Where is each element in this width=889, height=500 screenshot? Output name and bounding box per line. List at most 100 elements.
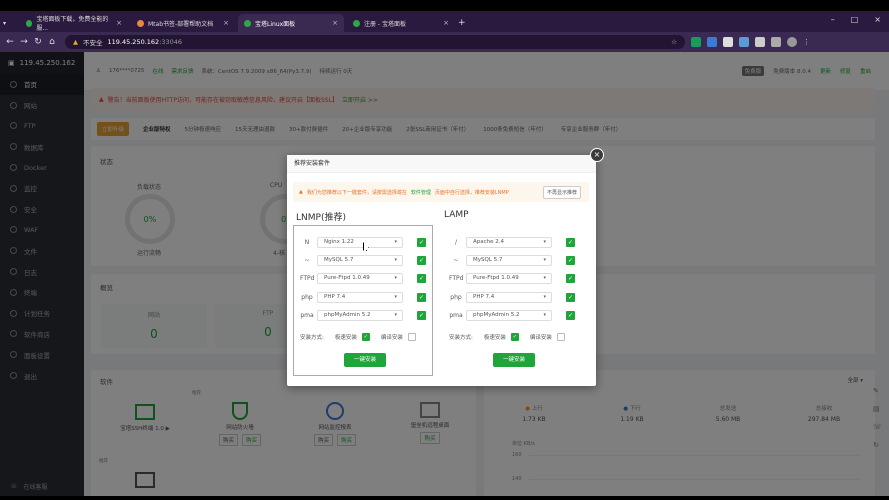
browser-tab[interactable]: Mtab书签-部署帮助文档 ×	[131, 14, 235, 32]
package-checkbox[interactable]: ✓	[417, 310, 426, 320]
browser-tab[interactable]: 注册 - 宝塔面板 ×	[347, 14, 455, 32]
tab-label: 宝塔Linux面板	[255, 20, 296, 28]
version-select[interactable]: Apache 2.4 ▾	[466, 236, 552, 248]
bt-favicon-icon	[244, 19, 251, 27]
package-row: FTPd Pure-Ftpd 1.0.49 ▾ ✓	[449, 272, 579, 284]
version-select[interactable]: phpMyAdmin 5.2 ▾	[466, 309, 552, 321]
install-mode-label: 安装方式:	[300, 335, 324, 341]
chevron-down-icon: ▾	[394, 238, 397, 245]
version-value: PHP 7.4	[324, 294, 346, 300]
version-value: phpMyAdmin 5.2	[324, 312, 371, 318]
tab-strip: ▾ 宝塔面板下载，免费全能的服... × Mtab书签-部署帮助文档 × 宝塔Lin…	[0, 11, 889, 32]
compile-install-checkbox[interactable]	[556, 333, 565, 341]
package-checkbox[interactable]: ✓	[566, 273, 575, 283]
install-mode: 安装方式: 极速安装 ✓ 编译安装	[300, 333, 416, 341]
chevron-down-icon: ▾	[394, 311, 397, 318]
version-select[interactable]: Nginx 1.22 ▾	[317, 236, 403, 248]
menu-icon[interactable]: ⋮	[803, 38, 810, 46]
star-icon[interactable]: ☆	[671, 38, 677, 46]
package-row: php PHP 7.4 ▾ ✓	[300, 291, 430, 303]
lamp-title: LAMP	[444, 210, 469, 220]
url-host: 119.45.250.162	[107, 38, 160, 46]
fast-install-checkbox[interactable]: ✓	[510, 333, 519, 341]
lnmp-install-button[interactable]: 一键安装	[344, 353, 386, 367]
version-select[interactable]: PHP 7.4 ▾	[466, 291, 552, 303]
avatar[interactable]	[787, 37, 797, 47]
sidepanel-icon[interactable]	[771, 37, 781, 47]
package-logo-icon: php	[301, 293, 313, 301]
browser-window: ▾ 宝塔面板下载，免费全能的服... × Mtab书签-部署帮助文档 × 宝塔Lin…	[0, 0, 889, 500]
extension-icon[interactable]	[723, 37, 733, 47]
fast-install-label: 极速安装	[483, 335, 506, 341]
version-select[interactable]: phpMyAdmin 5.2 ▾	[317, 309, 403, 321]
close-icon[interactable]: ×	[223, 19, 229, 27]
version-select[interactable]: Pure-Ftpd 1.0.49 ▾	[466, 272, 552, 284]
package-checkbox[interactable]: ✓	[417, 255, 426, 265]
tab-search-button[interactable]: ▾	[3, 14, 17, 32]
dont-show-button[interactable]: 不再显示推荐	[542, 186, 581, 199]
warning-icon: ▲	[299, 189, 303, 195]
window-controls: – □ ×	[831, 15, 881, 24]
version-value: MySQL 5.7	[473, 257, 503, 263]
close-icon[interactable]: ×	[590, 148, 604, 162]
package-logo-icon: FTPd	[300, 274, 315, 282]
maximize-icon[interactable]: □	[851, 15, 859, 24]
warning-icon: ▲	[73, 38, 78, 46]
chevron-down-icon: ▾	[3, 19, 7, 27]
close-window-icon[interactable]: ×	[874, 15, 881, 24]
browser-tab-active[interactable]: 宝塔Linux面板 ×	[238, 14, 344, 32]
software-manager-link[interactable]: 软件管理	[411, 189, 431, 196]
fast-install-label: 极速安装	[334, 335, 357, 341]
forward-icon[interactable]: →	[17, 37, 31, 47]
close-icon[interactable]: ×	[443, 19, 449, 27]
compile-install-checkbox[interactable]	[407, 333, 416, 341]
package-checkbox[interactable]: ✓	[417, 273, 426, 283]
package-row: pma phpMyAdmin 5.2 ▾ ✓	[300, 309, 430, 321]
version-value: phpMyAdmin 5.2	[473, 312, 520, 318]
extension-icon[interactable]	[739, 37, 749, 47]
chevron-down-icon: ▾	[394, 274, 397, 281]
chevron-down-icon: ▾	[543, 238, 546, 245]
recommend-install-dialog: 推荐安装套件 × ▲ 我们为您推荐以下一键套件，请按需选择或在 软件管理 页面中自行…	[287, 148, 604, 386]
package-checkbox[interactable]: ✓	[566, 255, 575, 265]
home-icon[interactable]: ⌂	[45, 37, 59, 47]
address-bar: ← → ↻ ⌂ ▲ 不安全 119.45.250.162:33046 ☆ ⋮	[0, 32, 889, 52]
package-checkbox[interactable]: ✓	[566, 237, 575, 247]
browser-tab[interactable]: 宝塔面板下载，免费全能的服... ×	[20, 14, 128, 32]
mtab-favicon-icon	[137, 19, 144, 27]
package-logo-icon: ~	[453, 256, 459, 264]
close-icon[interactable]: ×	[116, 19, 122, 27]
reload-icon[interactable]: ↻	[31, 37, 45, 47]
install-mode-label: 安装方式:	[449, 335, 473, 341]
new-tab-button[interactable]: +	[458, 14, 470, 32]
url-field[interactable]: ▲ 不安全 119.45.250.162:33046 ☆	[65, 35, 685, 49]
package-logo-icon: N	[304, 238, 310, 246]
package-row: ~ MySQL 5.7 ▾ ✓	[300, 254, 430, 266]
version-select[interactable]: MySQL 5.7 ▾	[317, 254, 403, 266]
package-logo-icon: /	[454, 238, 458, 246]
url-port: :33046	[159, 38, 183, 46]
lamp-install-button[interactable]: 一键安装	[493, 353, 535, 367]
back-icon[interactable]: ←	[3, 37, 17, 47]
version-select[interactable]: MySQL 5.7 ▾	[466, 254, 552, 266]
close-icon[interactable]: ×	[332, 19, 338, 27]
package-logo-icon: pma	[300, 311, 314, 319]
install-mode: 安装方式: 极速安装 ✓ 编译安装	[449, 333, 565, 341]
chevron-down-icon: ▾	[394, 256, 397, 263]
fast-install-checkbox[interactable]: ✓	[361, 333, 370, 341]
minimize-icon[interactable]: –	[831, 15, 835, 24]
package-checkbox[interactable]: ✓	[566, 292, 575, 302]
version-select[interactable]: Pure-Ftpd 1.0.49 ▾	[317, 272, 403, 284]
version-value: Apache 2.4	[473, 239, 505, 245]
extension-icon[interactable]	[707, 37, 717, 47]
package-checkbox[interactable]: ✓	[417, 237, 426, 247]
version-value: Pure-Ftpd 1.0.49	[324, 275, 370, 281]
extension-icon[interactable]	[691, 37, 701, 47]
package-row: php PHP 7.4 ▾ ✓	[449, 291, 579, 303]
package-checkbox[interactable]: ✓	[417, 292, 426, 302]
package-logo-icon: php	[450, 293, 462, 301]
package-checkbox[interactable]: ✓	[566, 310, 575, 320]
package-row: ~ MySQL 5.7 ▾ ✓	[449, 254, 579, 266]
puzzle-icon[interactable]	[755, 37, 765, 47]
version-select[interactable]: PHP 7.4 ▾	[317, 291, 403, 303]
